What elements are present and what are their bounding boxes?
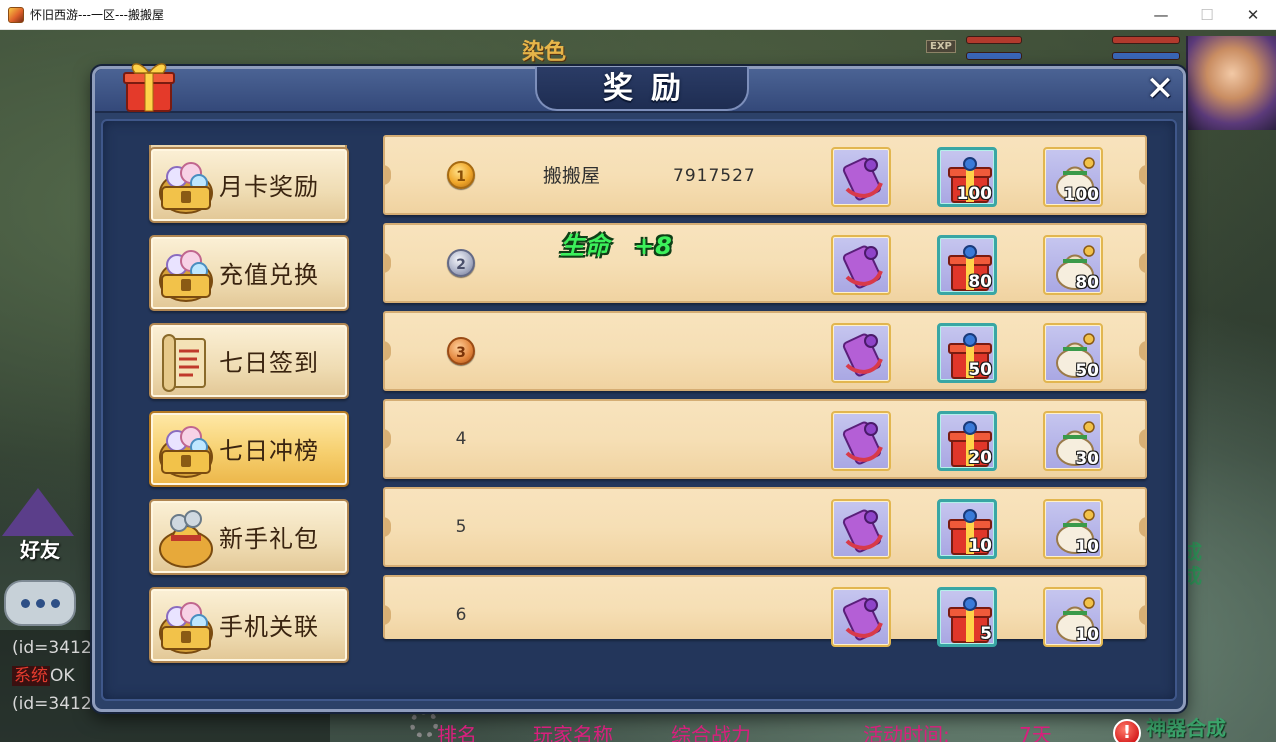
reward-item-slot[interactable] — [831, 235, 891, 295]
pet-hp-bar — [1112, 36, 1180, 44]
power-column-label: 综合战力 — [671, 723, 751, 742]
side-menu-label: 月卡奖励 — [219, 173, 319, 201]
side-menu-item[interactable]: 手机关联 — [149, 587, 349, 663]
reward-count: 100 — [956, 184, 993, 204]
chat-bubble-icon[interactable] — [4, 580, 76, 626]
side-menu-item[interactable]: 七日冲榜 — [149, 411, 349, 487]
reward-item-slot[interactable] — [831, 411, 891, 471]
rank-row: 1 搬搬屋 7917527 100 100 — [383, 135, 1147, 215]
treasure-chest-icon — [153, 241, 219, 307]
reward-count: 100 — [1063, 185, 1100, 205]
rank-row: 4 20 30 — [383, 399, 1147, 479]
exp-badge: EXP — [926, 40, 956, 53]
reward-item-slot[interactable]: 20 — [937, 411, 997, 471]
rank-medal-icon: 2 — [447, 249, 475, 277]
reward-count: 80 — [1075, 273, 1099, 293]
hp-bar — [966, 36, 1022, 44]
reward-count: 10 — [1075, 537, 1099, 557]
rank-medal-icon: 3 — [447, 337, 475, 365]
rank-row: 3 50 50 — [383, 311, 1147, 391]
side-menu-label: 七日冲榜 — [219, 437, 319, 465]
gift-box-icon — [123, 63, 175, 112]
event-time-value: 7天 — [1019, 723, 1052, 742]
mp-bar — [966, 52, 1022, 60]
dye-button[interactable]: 染色 — [522, 34, 566, 66]
panel-header: 奖励 ✕ — [95, 67, 1183, 113]
minimize-button[interactable]: — — [1138, 0, 1184, 30]
reward-item-slot[interactable] — [831, 587, 891, 647]
reward-count: 5 — [980, 624, 992, 644]
treasure-chest-icon — [153, 153, 219, 219]
footer-bar: 排名 玩家名称 综合战力 活动时间: 7天 ! — [383, 717, 1147, 742]
panel-title: 奖励 — [603, 71, 699, 106]
event-time-label: 活动时间: — [863, 723, 950, 742]
side-menu-item[interactable]: 充值兑换 — [149, 235, 349, 311]
reward-panel: 奖励 ✕ 月卡奖励充值兑换七日签到七日冲榜新手礼包手机关联 1 搬搬屋 791752… — [92, 63, 1186, 742]
rank-row: 2 80 80 — [383, 223, 1147, 303]
reward-item-slot[interactable]: 30 — [1043, 411, 1103, 471]
reward-item-slot[interactable]: 10 — [937, 499, 997, 559]
player-name: 搬搬屋 — [543, 165, 601, 187]
reward-count: 80 — [968, 272, 992, 292]
close-window-button[interactable]: ✕ — [1230, 0, 1276, 30]
close-button[interactable]: ✕ — [1143, 72, 1177, 107]
side-menu-label: 手机关联 — [219, 613, 319, 641]
scroll-icon — [153, 329, 219, 395]
reward-count: 20 — [968, 448, 992, 468]
reward-item-slot[interactable]: 10 — [1043, 499, 1103, 559]
reward-item-slot[interactable]: 5 — [937, 587, 997, 647]
friend-hat-icon[interactable] — [2, 488, 74, 536]
stat-gain-popup: 生命 +8 — [560, 232, 673, 260]
player-name-column-label: 玩家名称 — [533, 723, 613, 742]
reward-item-slot[interactable] — [831, 499, 891, 559]
side-menu-item[interactable]: 七日签到 — [149, 323, 349, 399]
reward-item-slot[interactable]: 100 — [937, 147, 997, 207]
reward-item-slot[interactable]: 80 — [937, 235, 997, 295]
side-menu-label: 充值兑换 — [219, 261, 319, 289]
treasure-chest-icon — [153, 593, 219, 659]
money-bag-icon — [153, 505, 219, 571]
reward-item-slot[interactable] — [831, 323, 891, 383]
rank-medal-icon: 1 — [447, 161, 475, 189]
pet-mp-bar — [1112, 52, 1180, 60]
treasure-chest-icon — [153, 417, 219, 483]
side-menu-item[interactable]: 新手礼包 — [149, 499, 349, 575]
rank-number: 6 — [455, 605, 467, 625]
rank-number: 4 — [455, 429, 467, 449]
system-tag: 系统 — [12, 666, 50, 686]
maximize-button[interactable]: ☐ — [1184, 0, 1230, 30]
player-portrait[interactable] — [1186, 36, 1276, 130]
reward-count: 50 — [1075, 361, 1099, 381]
rank-row: 6 5 10 — [383, 575, 1147, 647]
panel-body: 月卡奖励 充值兑换 七日签到 七日冲榜 新手礼包 手机关联 1 搬搬屋 7917527 100 1… — [101, 119, 1177, 742]
reward-item-slot[interactable]: 100 — [1043, 147, 1103, 207]
reward-item-slot[interactable] — [831, 147, 891, 207]
artifact-synthesis-button[interactable]: 神器合成 — [1146, 712, 1226, 741]
reward-item-slot[interactable]: 80 — [1043, 235, 1103, 295]
rank-number: 5 — [455, 517, 467, 537]
reward-item-slot[interactable]: 50 — [1043, 323, 1103, 383]
combat-power: 7917527 — [673, 166, 756, 186]
rank-column-label: 排名 — [437, 723, 477, 742]
info-alert-icon[interactable]: ! — [1113, 719, 1141, 742]
side-menu-label: 七日签到 — [219, 349, 319, 377]
rank-row: 5 10 10 — [383, 487, 1147, 567]
window-controls: — ☐ ✕ — [1138, 0, 1276, 30]
reward-count: 10 — [1075, 625, 1099, 645]
reward-count: 50 — [968, 360, 992, 380]
reward-item-slot[interactable]: 50 — [937, 323, 997, 383]
friend-button[interactable]: 好友 — [20, 534, 60, 563]
reward-item-slot[interactable]: 10 — [1043, 587, 1103, 647]
reward-count: 30 — [1075, 449, 1099, 469]
side-menu-item[interactable]: 月卡奖励 — [149, 147, 349, 223]
window-title: 怀旧西游---一区---搬搬屋 — [30, 8, 164, 22]
window-titlebar: 怀旧西游---一区---搬搬屋 — ☐ ✕ — [0, 0, 1276, 30]
app-icon — [8, 6, 24, 23]
side-menu-label: 新手礼包 — [219, 525, 319, 553]
reward-count: 10 — [968, 536, 992, 556]
